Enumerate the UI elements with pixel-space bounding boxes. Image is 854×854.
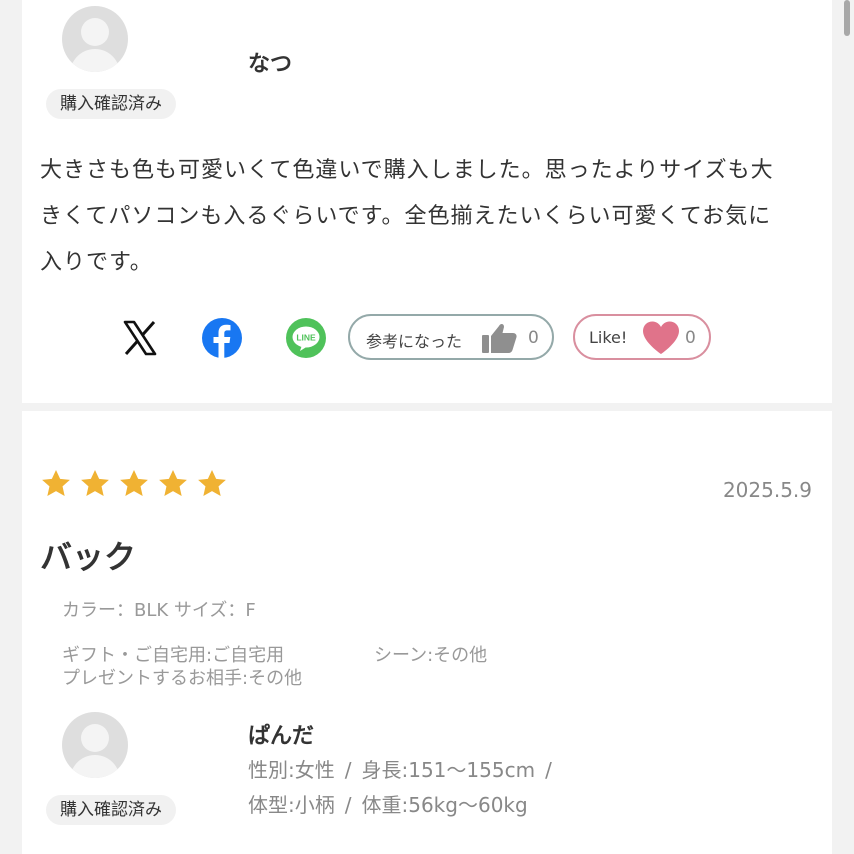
scrollbar-thumb[interactable] [844, 0, 850, 36]
reviewer-name: ぱんだ [248, 724, 315, 749]
gift-info: ギフト・ご自宅用:ご自宅用 [62, 645, 285, 666]
x-icon [123, 320, 157, 356]
svg-text:LINE: LINE [296, 332, 316, 342]
star-rating [40, 468, 235, 502]
star-icon [42, 470, 70, 496]
color-size-info: カラー：BLK サイズ：F [62, 600, 256, 621]
helpful-button[interactable]: 参考になった 0 [348, 314, 554, 360]
share-line-button[interactable]: LINE [284, 316, 328, 360]
star-icon [159, 470, 187, 496]
star-icon [81, 470, 109, 496]
review-date: 2025.5.9 [722, 478, 812, 502]
height-info: 身長:151〜155cm [361, 758, 536, 782]
helpful-count: 0 [528, 328, 539, 348]
user-avatar [62, 712, 128, 778]
verified-purchase-badge: 購入確認済み [46, 795, 176, 825]
thumbs-up-icon [482, 324, 517, 353]
heart-icon [643, 321, 679, 354]
share-facebook-button[interactable] [200, 316, 244, 360]
review-title: バック [40, 538, 137, 576]
gender-info: 性別:女性 [248, 758, 335, 782]
separator: / [344, 793, 352, 817]
star-icon [120, 470, 148, 496]
scene-info: シーン:その他 [374, 645, 488, 666]
share-x-button[interactable] [118, 316, 162, 360]
like-button[interactable]: Like! 0 [573, 314, 711, 360]
reviewer-profile-line-1: 性別:女性 / 身長:151〜155cm / [248, 753, 562, 787]
user-avatar [62, 6, 128, 72]
like-count: 0 [685, 328, 696, 348]
recipient-info: プレゼントするお相手:その他 [62, 668, 303, 689]
separator: / [344, 758, 352, 782]
line-icon: LINE [286, 318, 326, 358]
body-type-info: 体型:小柄 [248, 793, 335, 817]
review-text: 大きさも色も可愛いくて色違いで購入しました。思ったよりサイズも大きくてパソコンも… [40, 158, 774, 275]
like-label: Like! [589, 328, 628, 347]
helpful-label: 参考になった [366, 332, 463, 351]
weight-info: 体重:56kg〜60kg [361, 793, 528, 817]
star-icon [198, 470, 226, 496]
reviewer-name: なつ [248, 52, 293, 77]
verified-purchase-badge: 購入確認済み [46, 89, 176, 119]
separator: / [545, 758, 552, 782]
reviewer-profile-line-2: 体型:小柄 / 体重:56kg〜60kg [248, 788, 528, 822]
facebook-icon [202, 318, 242, 358]
